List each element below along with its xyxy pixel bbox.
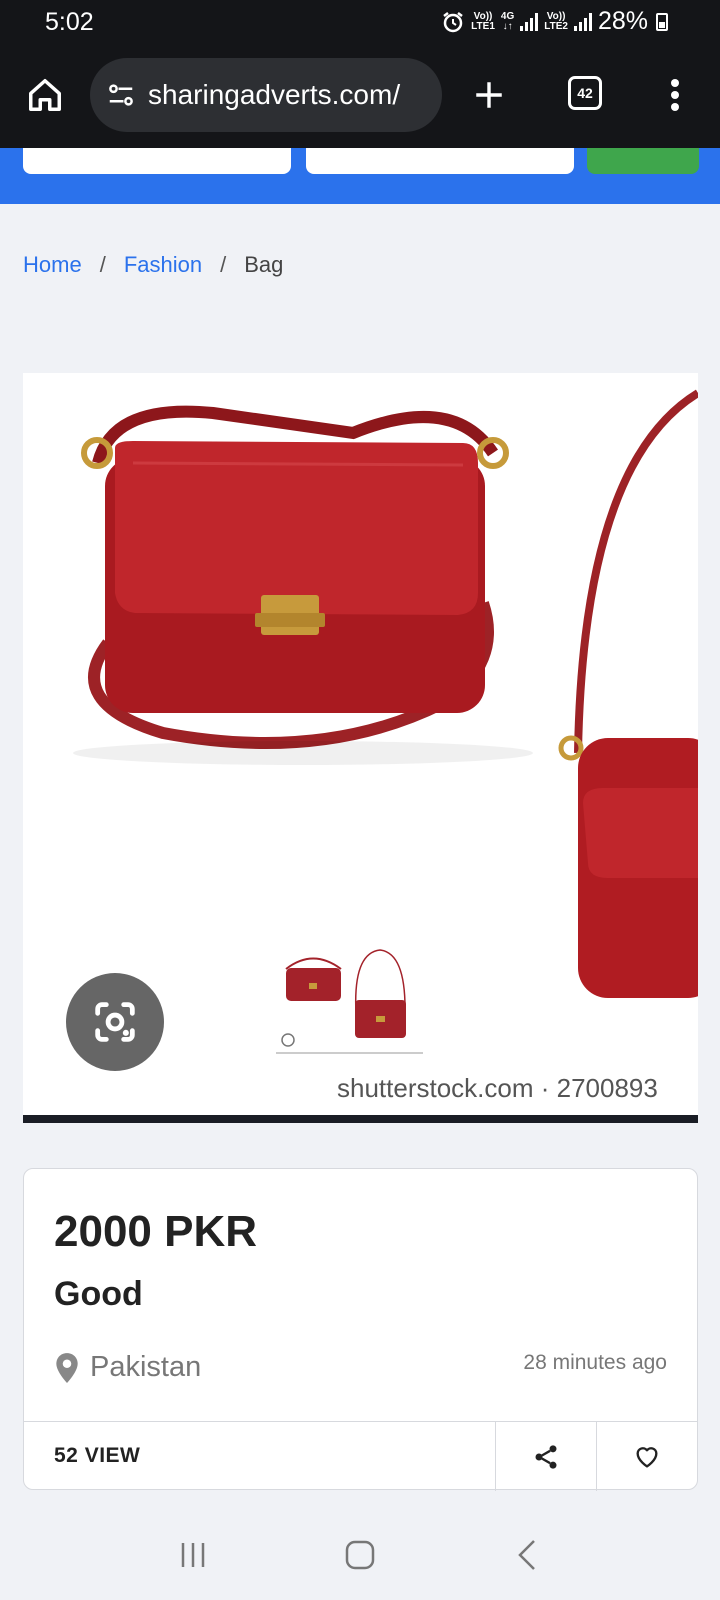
- second-bag-strap: [574, 389, 698, 754]
- breadcrumb-current: Bag: [244, 252, 284, 277]
- sim2-label: Vo)) LTE2: [544, 10, 568, 32]
- listing-condition: Good: [54, 1275, 143, 1313]
- share-button[interactable]: [495, 1422, 595, 1491]
- back-button[interactable]: [497, 1525, 557, 1585]
- breadcrumb-home[interactable]: Home: [23, 252, 82, 278]
- google-lens-button[interactable]: [66, 973, 164, 1071]
- favorite-button[interactable]: [596, 1422, 696, 1491]
- header-select-2[interactable]: [306, 148, 574, 174]
- breadcrumb-separator: /: [99, 252, 106, 277]
- address-bar[interactable]: sharingadverts.com/: [90, 58, 442, 132]
- share-icon: [535, 1444, 556, 1469]
- tune-icon: [109, 84, 133, 106]
- location-pin-icon: [56, 1352, 78, 1383]
- listing-price: 2000 PKR: [54, 1207, 258, 1256]
- image-watermark: shutterstock.com · 2700893: [337, 1073, 658, 1103]
- home-icon: [29, 79, 61, 111]
- signal-2-icon: [573, 12, 592, 31]
- recents-icon: [182, 1543, 205, 1567]
- breadcrumb-fashion[interactable]: Fashion: [124, 252, 202, 278]
- listing-info-card: 2000 PKR Good Pakistan 28 minutes ago 52…: [23, 1168, 698, 1491]
- sim1-label: Vo)) LTE1: [471, 10, 495, 32]
- listing-location: Pakistan: [54, 1351, 201, 1384]
- breadcrumb-separator: /: [220, 252, 227, 277]
- recents-button[interactable]: [163, 1525, 223, 1585]
- plus-icon: [476, 82, 502, 108]
- site-settings-button[interactable]: [104, 78, 138, 112]
- location-text: Pakistan: [90, 1351, 202, 1383]
- card-footer: 52 VIEW: [24, 1421, 697, 1491]
- battery-percent: 28%: [597, 7, 648, 35]
- tab-switcher-button[interactable]: 42: [568, 76, 602, 110]
- battery-icon: [656, 12, 668, 31]
- browser-toolbar: sharingadverts.com/ 42: [0, 48, 720, 148]
- header-select-1[interactable]: [23, 148, 291, 174]
- home-nav-button[interactable]: [330, 1525, 390, 1585]
- heart-icon: [636, 1446, 657, 1467]
- bag-flap: [115, 441, 478, 615]
- alarm-icon: [443, 11, 463, 32]
- posted-time: 28 minutes ago: [523, 1351, 667, 1374]
- view-count: 52 VIEW: [54, 1444, 141, 1467]
- system-nav-bar: [0, 1510, 720, 1600]
- google-lens-icon: [95, 1002, 135, 1042]
- breadcrumb: Home / Fashion / Bag: [23, 252, 283, 278]
- network-type: 4G ↓↑: [500, 10, 515, 32]
- signal-1-icon: [520, 12, 539, 31]
- site-header: [0, 148, 720, 204]
- back-icon: [517, 1540, 535, 1570]
- more-vert-icon: [671, 79, 679, 111]
- home-button[interactable]: [22, 72, 68, 118]
- menu-button[interactable]: [655, 72, 695, 118]
- new-tab-button[interactable]: [466, 72, 512, 118]
- header-search-button[interactable]: [587, 148, 699, 174]
- status-bar: 5:02 Vo)) LTE1 4G ↓↑ Vo)) LTE2 28%: [0, 0, 720, 48]
- product-image-gallery[interactable]: shutterstock.com · 2700893: [23, 373, 698, 1123]
- url-text: sharingadverts.com/: [148, 79, 401, 110]
- status-icons: Vo)) LTE1 4G ↓↑ Vo)) LTE2 28%: [441, 7, 668, 36]
- home-nav-icon: [345, 1540, 375, 1570]
- status-time: 5:02: [45, 8, 94, 36]
